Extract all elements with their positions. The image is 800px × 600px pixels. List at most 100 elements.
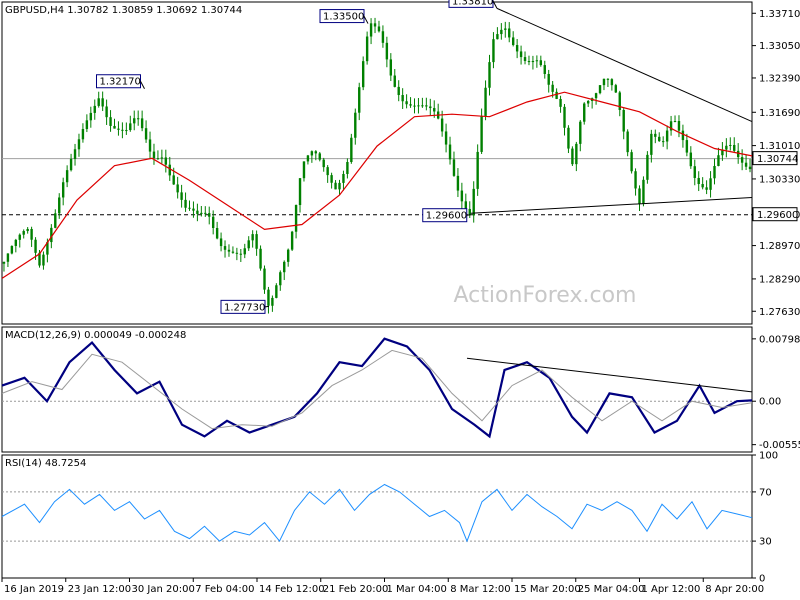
candle-body: [14, 239, 18, 246]
candle-body: [440, 118, 444, 132]
candle-body: [571, 148, 574, 165]
candle-body: [267, 289, 270, 306]
candle-body: [665, 130, 669, 142]
candle-body: [125, 130, 128, 132]
candle-body: [677, 120, 681, 131]
candle-body: [626, 131, 629, 153]
candle-body: [511, 37, 515, 46]
candle-body: [527, 61, 531, 63]
candle-body: [34, 239, 37, 253]
candle-body: [223, 246, 227, 250]
candle-body: [6, 253, 10, 262]
candle-body: [196, 210, 199, 214]
candle-body: [567, 127, 570, 149]
candle-body: [464, 201, 468, 209]
candle-body: [729, 144, 732, 146]
candle-body: [405, 101, 408, 105]
candle-body: [263, 268, 266, 290]
candle-body: [385, 42, 389, 60]
candle-body: [208, 213, 211, 217]
y-tick-label: 1.28290: [759, 274, 800, 285]
candle-body: [85, 120, 89, 130]
candle-body: [598, 85, 602, 94]
candle-body: [504, 28, 507, 30]
candle-body: [231, 251, 235, 253]
candle-body: [480, 115, 483, 152]
candle-body: [342, 173, 345, 183]
candle-body: [661, 141, 665, 143]
candle-body: [168, 164, 171, 176]
candle-body: [271, 297, 274, 306]
candle-body: [484, 87, 487, 116]
candle-body: [176, 184, 179, 193]
candle-body: [204, 212, 207, 214]
candle-body: [172, 175, 175, 185]
candle-body: [559, 98, 562, 107]
candle-body: [235, 252, 239, 254]
candle-body: [97, 98, 100, 106]
candle-body: [551, 84, 554, 92]
candle-body: [642, 179, 645, 204]
candle-body: [290, 231, 294, 250]
candle-body: [42, 254, 45, 266]
candle-body: [279, 272, 282, 286]
candle-body: [58, 197, 61, 214]
candle-body: [519, 51, 523, 58]
candle-body: [488, 62, 491, 88]
candle-body: [310, 151, 314, 156]
candle-body: [283, 261, 286, 273]
y-tick-label: -0.005559: [759, 440, 800, 451]
watermark: ActionForex.com: [454, 283, 637, 308]
candle-body: [646, 154, 649, 180]
candle-body: [429, 106, 432, 109]
candle-body: [744, 162, 748, 167]
candle-body: [456, 175, 460, 191]
candle-body: [105, 106, 108, 118]
candle-body: [354, 112, 357, 138]
candle-body: [294, 205, 298, 232]
x-tick-label: 14 Feb 12:00: [259, 584, 325, 595]
candle-body: [160, 157, 164, 159]
x-tick-label: 15 Mar 20:00: [514, 584, 581, 595]
candle-body: [583, 103, 586, 122]
candle-body: [563, 106, 566, 128]
price-annotation-connector: [264, 305, 270, 308]
candle-body: [211, 216, 215, 229]
candle-body: [65, 170, 69, 183]
candle-body: [740, 157, 744, 163]
candle-body: [180, 192, 183, 200]
candle-body: [697, 177, 700, 185]
candle-body: [152, 151, 156, 159]
y-tick-label: 1.33050: [759, 41, 800, 52]
x-tick-label: 30 Jan 20:00: [132, 584, 195, 595]
x-tick-label: 25 Mar 04:00: [578, 584, 645, 595]
price-annotation-connector: [466, 214, 471, 216]
candle-body: [89, 112, 93, 121]
candle-body: [681, 130, 685, 141]
candle-body: [30, 228, 33, 240]
candle-body: [54, 213, 57, 228]
y-tick-label: 30: [759, 537, 772, 548]
x-tick-label: 7 Feb 04:00: [195, 584, 254, 595]
candle-body: [543, 65, 546, 74]
candle-body: [709, 178, 712, 190]
candle-body: [298, 178, 302, 206]
candle-body: [535, 60, 539, 62]
candle-body: [393, 75, 396, 87]
x-tick-label: 8 Apr 20:00: [705, 584, 764, 595]
candle-body: [733, 144, 736, 151]
y-tick-label: 1.30330: [759, 174, 800, 185]
candle-body: [638, 188, 641, 204]
y-tick-label: 1.32390: [759, 73, 800, 84]
candle-body: [401, 95, 404, 102]
candle-body: [215, 228, 219, 239]
candle-body: [693, 166, 696, 178]
candle-body: [397, 86, 400, 96]
candle-body: [243, 248, 246, 255]
candle-body: [409, 104, 412, 106]
x-tick-label: 1 Mar 04:00: [387, 584, 447, 595]
candle-body: [460, 190, 464, 202]
candle-body: [133, 118, 136, 124]
candle-body: [148, 139, 152, 152]
candle-body: [472, 188, 475, 216]
